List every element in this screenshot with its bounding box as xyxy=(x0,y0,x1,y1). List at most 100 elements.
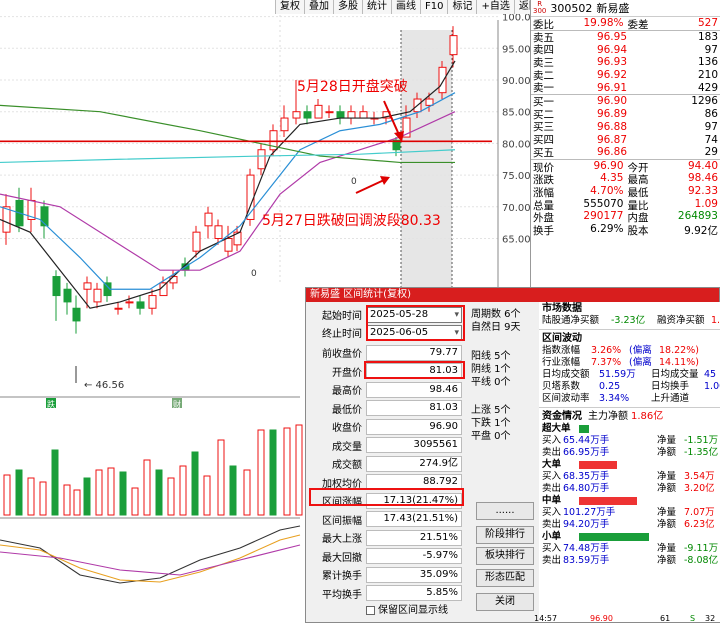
stat-row: 涨跌 4.35 最高 98.46 xyxy=(533,172,718,187)
axis-tick-label: 90.00 xyxy=(502,76,530,87)
sector-rank-button[interactable]: 板块排行 xyxy=(476,547,534,565)
candle-body xyxy=(159,282,168,297)
even-count: 平盘 0个 xyxy=(471,431,511,442)
market-tag: R 300 xyxy=(533,0,547,15)
ma120-line xyxy=(0,149,456,164)
axis-tick-label: 100.0 xyxy=(502,13,530,24)
volume-bar xyxy=(83,477,91,516)
start-time-select[interactable]: 2025-05-28 xyxy=(366,306,462,323)
volume-bar xyxy=(179,465,187,516)
volume-bar xyxy=(3,474,11,516)
candle-body xyxy=(347,111,356,119)
ask-row[interactable]: 卖一 96.91 429 xyxy=(531,81,720,95)
candle-body xyxy=(204,212,213,227)
toolbar-mark-button[interactable]: 标记 xyxy=(447,0,477,14)
volume-bar xyxy=(131,487,139,516)
toolbar-draw-button[interactable]: 画线 xyxy=(391,0,420,14)
range-row: 行业涨幅 7.37% (偏离 14.11%) xyxy=(542,357,699,368)
candle-body xyxy=(125,301,134,304)
candle-body xyxy=(114,307,123,310)
more-button[interactable]: ...... xyxy=(476,502,534,520)
volume-bar xyxy=(63,484,71,516)
bid-row[interactable]: 买二 96.89 86 xyxy=(531,108,720,121)
ask-row[interactable]: 卖二 96.92 210 xyxy=(531,69,720,82)
end-time-row: 终止时间 2025-06-05 xyxy=(306,323,466,342)
toolbar-overlay-button[interactable]: 叠加 xyxy=(304,0,333,14)
candle-body xyxy=(336,111,345,119)
fund-row: 卖出 66.95万手 净额 -1.35亿 xyxy=(542,447,719,458)
checkbox-icon[interactable] xyxy=(366,605,375,615)
stat-field-row: 最高价 98.46 xyxy=(306,380,466,399)
fund-group-header: 中单 xyxy=(539,495,720,507)
candle-body xyxy=(72,307,81,322)
event-tag-label: 跌 xyxy=(47,399,55,409)
stat-field-row: 最大上涨 21.51% xyxy=(306,528,466,547)
toolbar-stats-button[interactable]: 统计 xyxy=(362,0,391,14)
stage-rank-button[interactable]: 阶段排行 xyxy=(476,526,534,544)
range-title: 区间波动 xyxy=(542,333,582,344)
candle-body xyxy=(136,301,145,309)
candle-body xyxy=(449,35,458,56)
candle-body xyxy=(93,288,102,303)
stat-row: 现价 96.90 今开 94.40 xyxy=(533,159,718,174)
dialog-title: 新易盛 区间统计(复权) xyxy=(306,288,719,302)
pattern-match-button[interactable]: 形态匹配 xyxy=(476,569,534,587)
yin-count: 阴线 1个 xyxy=(471,364,511,375)
bid-row[interactable]: 买五 96.86 29 xyxy=(531,146,720,159)
candle-body xyxy=(2,206,11,233)
bottom-status: 14:57 96.90 61 S 32 xyxy=(534,614,716,623)
candle-body xyxy=(63,288,72,303)
bid-row[interactable]: 买四 96.87 74 xyxy=(531,133,720,147)
axis-tick-label: 70.00 xyxy=(502,203,530,214)
range-row: 日均成交额 51.59万 日均成交量 45 xyxy=(542,369,717,380)
stat-row: 换手 6.29% 股本 9.92亿 xyxy=(533,223,718,237)
toolbar-add-watch-button[interactable]: +自选 xyxy=(476,0,514,14)
fund-bar xyxy=(579,533,649,541)
volume-bar xyxy=(119,471,127,516)
stat-field-row: 平均换手 5.85% xyxy=(306,584,466,603)
bid-row[interactable]: 买三 96.88 97 xyxy=(531,121,720,134)
ask-row[interactable]: 卖三 96.93 136 xyxy=(531,56,720,69)
stat-field-row: 最低价 81.03 xyxy=(306,399,466,418)
volume-bar xyxy=(229,465,237,516)
stat-field-row: 最大回撤 -5.97% xyxy=(306,547,466,566)
weibi-row: 委比 19.98% 委差 527 xyxy=(533,17,718,31)
annotation-breakdown: 5月27日跌破回调波段80.33 xyxy=(262,213,441,229)
range-row: 区间波动率 3.34% 上升通道 xyxy=(542,393,690,404)
market-title: 市场数据 xyxy=(542,303,582,314)
end-time-select[interactable]: 2025-06-05 xyxy=(366,324,462,341)
axis-tick-label: 75.00 xyxy=(502,171,530,182)
down-count: 下跌 1个 xyxy=(471,418,511,429)
arrow-breakdown xyxy=(355,179,385,194)
candle-body xyxy=(257,149,266,170)
bid-row[interactable]: 买一 96.90 1296 xyxy=(531,95,720,108)
candle-body xyxy=(192,231,201,252)
volume-bar xyxy=(15,469,23,516)
stat-field-row: 收盘价 96.90 xyxy=(306,417,466,436)
stock-name: 新易盛 xyxy=(596,2,630,15)
ask-row[interactable]: 卖五 96.95 183 xyxy=(531,31,720,44)
stat-field-row: 加权均价 88.792 xyxy=(306,473,466,492)
fund-bar xyxy=(579,497,637,505)
market-data-panel: 市场数据 陆股通净买额-3.23亿融资净买额1.7 区间波动 指数涨幅3.26%… xyxy=(539,302,720,622)
volume-bar xyxy=(243,469,251,516)
toolbar-multi-button[interactable]: 多股 xyxy=(333,0,362,14)
volume-bar xyxy=(143,459,151,516)
axis-tick-label: 85.00 xyxy=(502,108,530,119)
toolbar-f10-button[interactable]: F10 xyxy=(420,0,448,14)
up-count: 上涨 5个 xyxy=(471,405,511,416)
interval-stats-dialog[interactable]: 新易盛 区间统计(复权) 起始时间 2025-05-28 终止时间 2025-0… xyxy=(305,287,720,623)
close-button[interactable]: 关闭 xyxy=(476,593,534,611)
macd-third-line xyxy=(0,544,301,576)
ma10-line xyxy=(0,92,456,290)
keep-line-checkbox[interactable]: 保留区间显示线 xyxy=(366,601,448,616)
candle-body xyxy=(303,111,312,119)
volume-bar xyxy=(283,427,291,516)
volume-bar xyxy=(191,451,199,516)
yang-count: 阳线 5个 xyxy=(471,351,511,362)
natural-days: 自然日 9天 xyxy=(471,322,521,333)
ask-row[interactable]: 卖四 96.94 97 xyxy=(531,43,720,57)
candle-body xyxy=(214,225,223,240)
toolbar-fq-button[interactable]: 复权 xyxy=(275,0,304,14)
period-count: 周期数 6个 xyxy=(471,309,521,320)
